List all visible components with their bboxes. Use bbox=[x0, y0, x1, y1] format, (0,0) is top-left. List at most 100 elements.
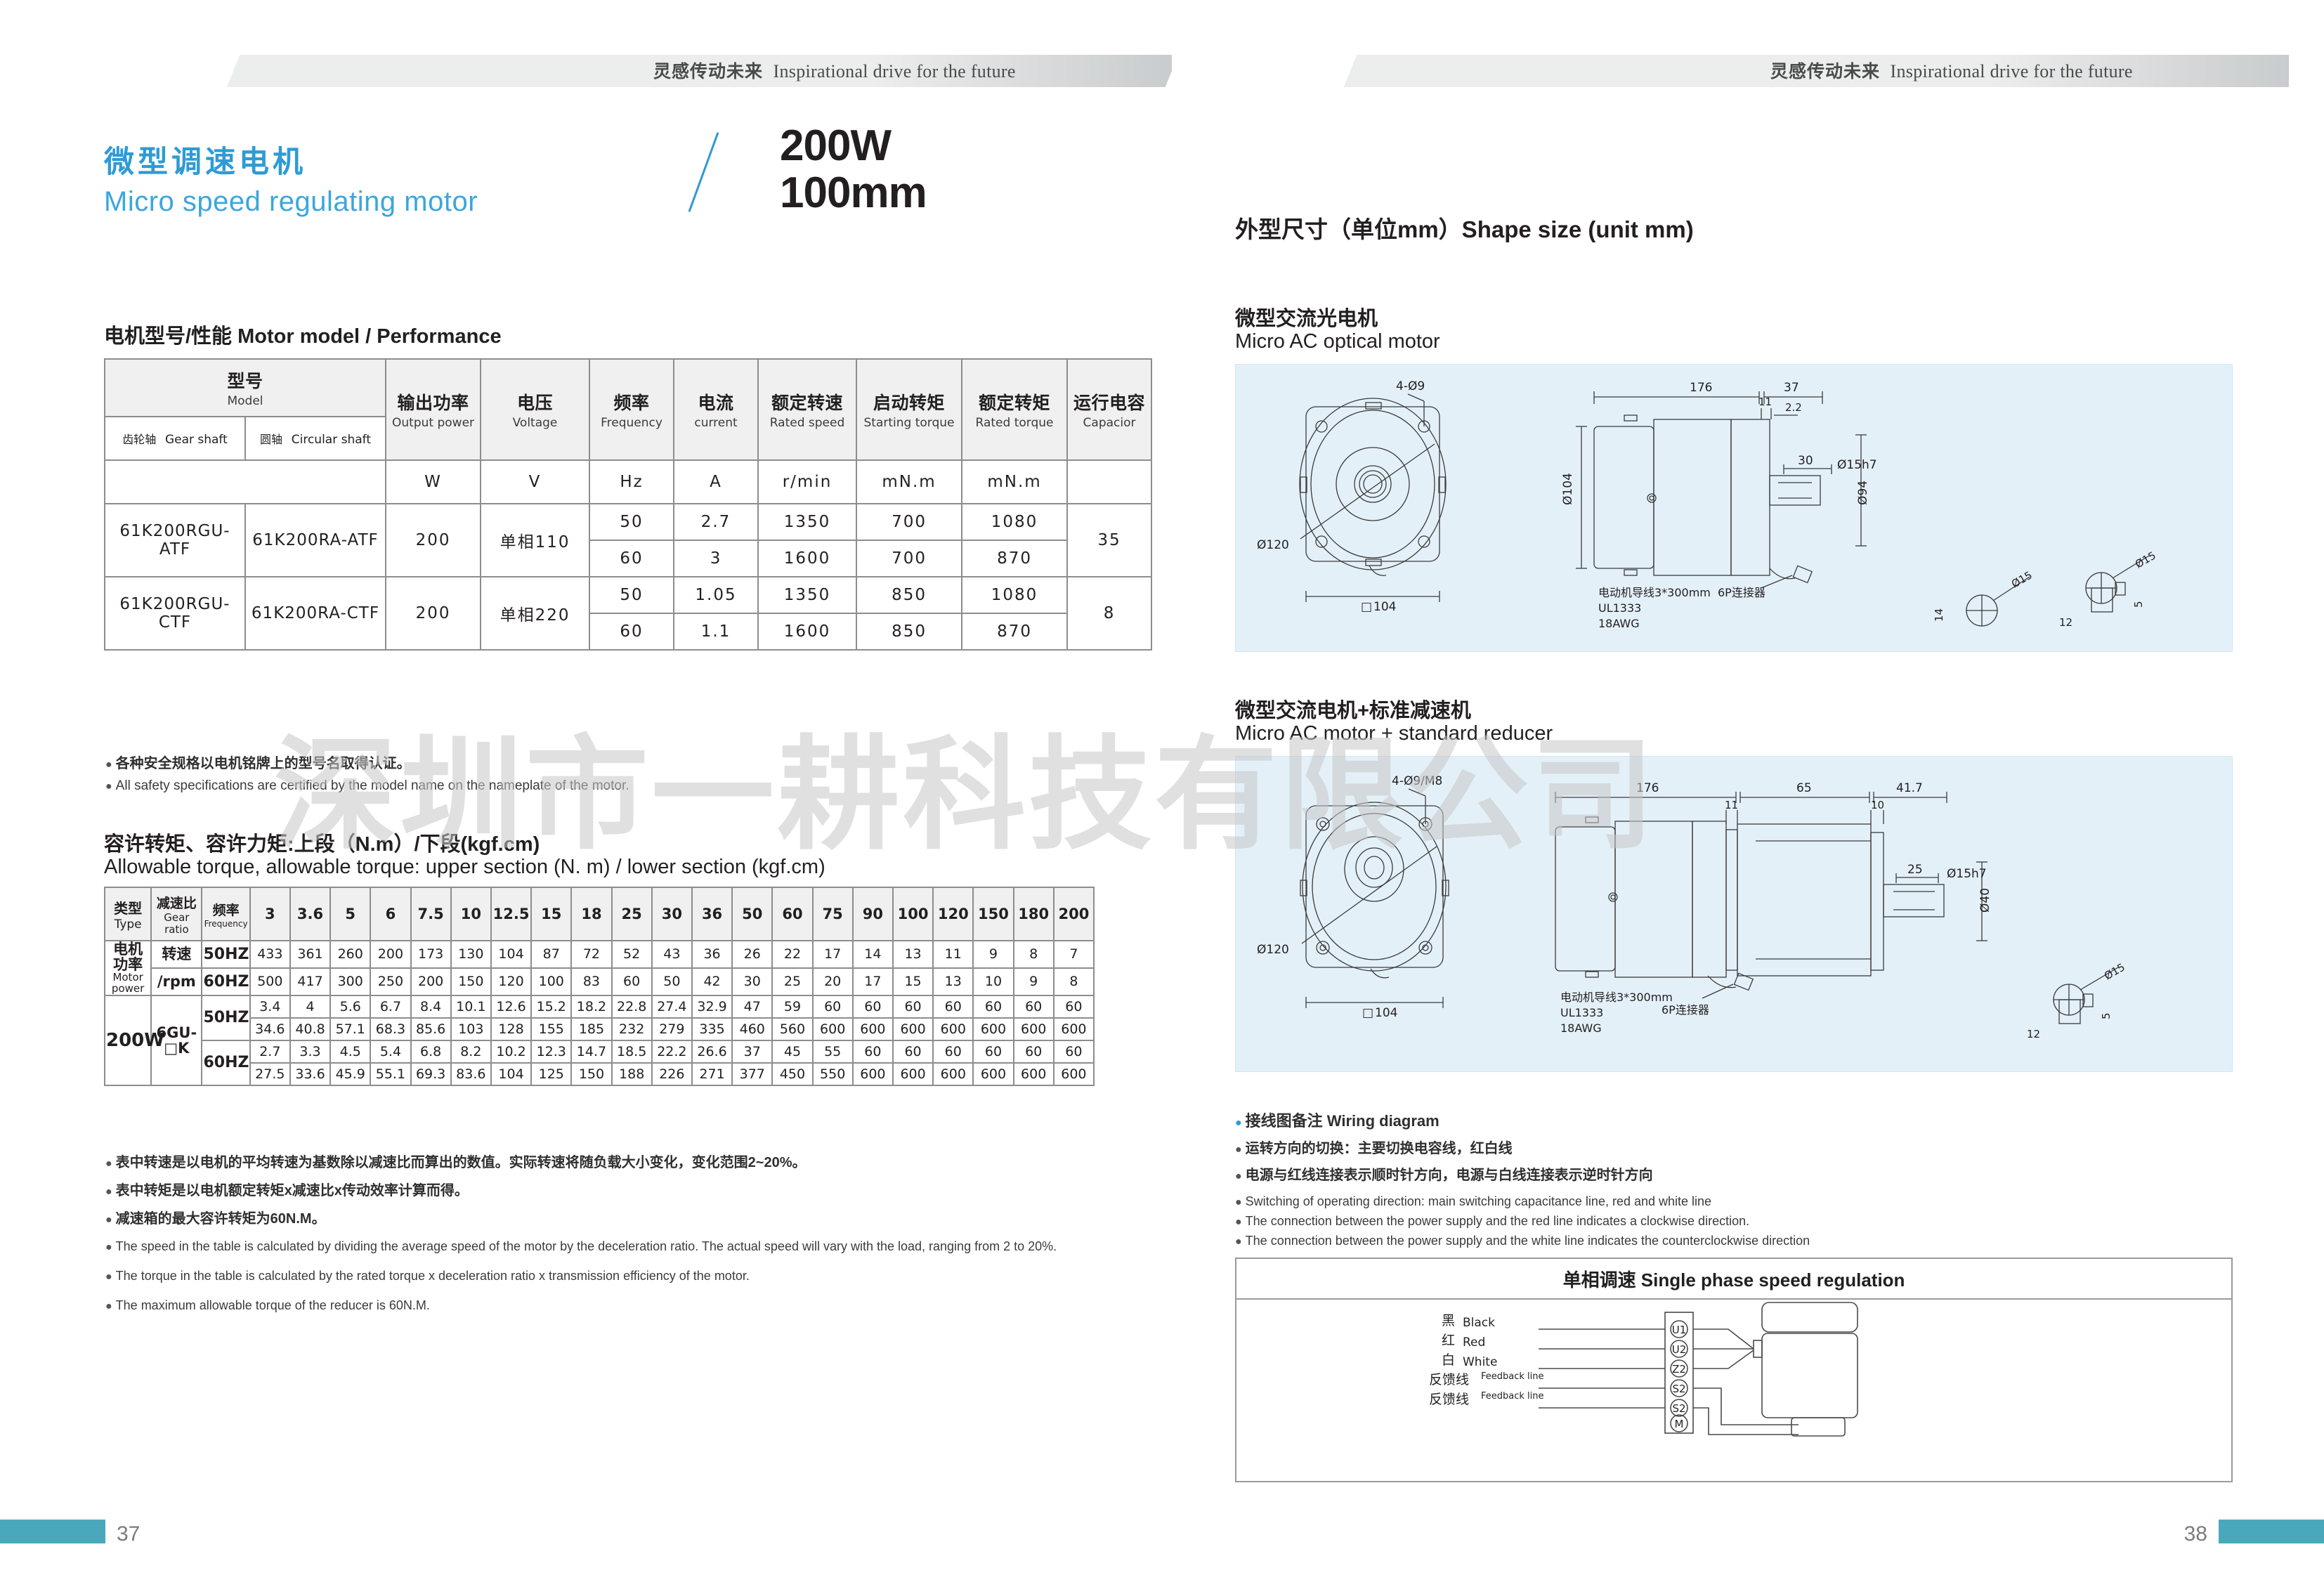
cell-frequency: 50 bbox=[589, 503, 675, 541]
dim-key-length: 25 bbox=[1907, 863, 1923, 877]
dim-square-value: 104 bbox=[1375, 1006, 1397, 1020]
cell-torque-upper: 26.6 bbox=[691, 1039, 733, 1064]
unit-speed: r/min bbox=[757, 459, 858, 504]
cell-torque-upper: 60 bbox=[851, 994, 894, 1019]
footer-page-left: 37 bbox=[117, 1522, 141, 1546]
cell-torque-upper: 8.2 bbox=[450, 1039, 492, 1064]
header-slogan-left: 灵感传动未来 Inspirational drive for the futur… bbox=[653, 58, 1016, 83]
dim-flange-t1: 11 bbox=[1725, 799, 1738, 811]
cell-torque-upper: 10.1 bbox=[450, 994, 492, 1019]
dim-flange-t2: 10 bbox=[1871, 799, 1884, 811]
cell-torque-upper: 60 bbox=[1052, 1039, 1095, 1064]
dim-reducer-length: 65 bbox=[1796, 781, 1812, 795]
terminal-label: U1 bbox=[1672, 1324, 1687, 1336]
key-c: 5 bbox=[2132, 601, 2145, 608]
spec-size: 100mm bbox=[780, 168, 927, 217]
cell-torque-upper: 32.9 bbox=[691, 994, 733, 1019]
cell-torque-lower: 600 bbox=[972, 1017, 1014, 1041]
cell-speed: 25 bbox=[771, 967, 814, 996]
slogan-en: Inspirational drive for the future bbox=[773, 61, 1016, 81]
key-a: 12 bbox=[2027, 1028, 2040, 1040]
th-ratio: 50 bbox=[731, 887, 773, 941]
section-heading-motor-model: 电机型号/性能 Motor model / Performance bbox=[104, 325, 502, 348]
cell-torque-upper: 60 bbox=[932, 1039, 974, 1064]
section-heading-torque-zh: 容许转矩、容许力矩:上段（N.m）/下段(kgf.cm) bbox=[104, 833, 540, 856]
cell-speed: 26 bbox=[731, 940, 773, 969]
th-model: 型号 Model bbox=[103, 358, 387, 417]
table-note-zh: ● 表中转矩是以电机额定转矩x减速比x传动效率计算而得。 bbox=[105, 1183, 469, 1199]
cell-speed: 11 bbox=[932, 940, 974, 969]
cell-torque-lower: 185 bbox=[570, 1017, 613, 1041]
cell-starting-torque: 850 bbox=[856, 613, 963, 651]
key-a: 14 bbox=[1933, 608, 1945, 622]
cell-torque-lower: 188 bbox=[611, 1062, 653, 1086]
cell-speed: 30 bbox=[731, 967, 773, 996]
header-slogan-right: 灵感传动未来 Inspirational drive for the futur… bbox=[1770, 58, 2133, 83]
wire-label-en: White bbox=[1463, 1355, 1497, 1369]
cell-torque-upper: 4 bbox=[289, 994, 332, 1019]
cell-current: 1.1 bbox=[673, 613, 759, 651]
cell-frequency: 60HZ bbox=[201, 967, 251, 996]
table-note-en: ● The speed in the table is calculated by… bbox=[105, 1239, 1057, 1253]
table-row-torque-50hz-lower: 34.6 40.8 57.1 68.3 85.6 103 128 155 185… bbox=[105, 1017, 1095, 1041]
cell-torque-upper: 12.3 bbox=[530, 1039, 573, 1064]
table-row-speed-50hz: 电机功率 Motor power 转速 50HZ 433 361 260 200… bbox=[103, 940, 1095, 996]
cell-speed: 120 bbox=[490, 967, 533, 996]
th-gear-ratio: 减速比 Gear ratio bbox=[150, 887, 203, 941]
wire-label-en: Black bbox=[1463, 1316, 1495, 1330]
th-ratio: 5 bbox=[329, 887, 372, 941]
cell-speed: 300 bbox=[329, 967, 372, 996]
table-note-en: ● The torque in the table is calculated b… bbox=[105, 1269, 750, 1283]
cell-torque-lower: 85.6 bbox=[410, 1017, 452, 1041]
cell-gear-shaft: 61K200RGU-CTF bbox=[104, 576, 246, 651]
th-current: 电流 current bbox=[673, 358, 759, 461]
cell-torque-lower: 55.1 bbox=[370, 1062, 412, 1086]
cell-speed-label-en: /rpm bbox=[150, 967, 203, 996]
terminal-label: Z2 bbox=[1672, 1363, 1686, 1376]
cell-circular-shaft: 61K200RA-ATF bbox=[244, 503, 387, 577]
cell-frequency: 60 bbox=[589, 613, 675, 651]
connector-label: 6P连接器 bbox=[1718, 586, 1765, 599]
cell-torque-lower: 460 bbox=[731, 1017, 773, 1041]
th-ratio: 3.6 bbox=[289, 887, 332, 941]
slogan-en: Inspirational drive for the future bbox=[1890, 61, 2133, 81]
th-ratio: 150 bbox=[972, 887, 1014, 941]
cell-speed: 104 bbox=[490, 940, 533, 969]
cell-torque-upper: 4.5 bbox=[329, 1039, 372, 1064]
cell-motor-power: 200W bbox=[103, 994, 164, 1086]
footer-page-right: 38 bbox=[2183, 1522, 2207, 1546]
cell-torque-lower: 600 bbox=[851, 1062, 894, 1086]
cell-torque-upper: 60 bbox=[972, 1039, 1014, 1064]
shape-diagram-motor-reducer: 4-Ø9/M8 Ø120 □ 104 176 65 41.7 11 10 25 … bbox=[1235, 756, 2233, 1072]
cell-speed: 42 bbox=[691, 967, 733, 996]
unit-start-torque: mN.m bbox=[856, 459, 963, 504]
allowable-torque-table: 类型 Type 减速比 Gear ratio 频率 Frequency 3 3.… bbox=[103, 887, 1095, 1086]
dim-length: 176 bbox=[1636, 781, 1659, 795]
th-rated-speed: 额定转速 Rated speed bbox=[757, 358, 858, 461]
motor-reducer-drawing-svg: 4-Ø9/M8 Ø120 □ 104 176 65 41.7 11 10 25 … bbox=[1257, 774, 2127, 1040]
cell-torque-upper: 3.4 bbox=[249, 994, 291, 1019]
wiring-note-en: ● The connection between the power supply… bbox=[1235, 1234, 1810, 1248]
cell-speed: 8 bbox=[1012, 940, 1055, 969]
dim-square: □ bbox=[1361, 600, 1372, 614]
page-title-en: Micro speed regulating motor bbox=[104, 186, 478, 217]
cell-torque-lower: 226 bbox=[651, 1062, 693, 1086]
th-ratio: 60 bbox=[771, 887, 814, 941]
cell-torque-lower: 600 bbox=[1012, 1062, 1055, 1086]
page-header: 灵感传动未来 Inspirational drive for the futur… bbox=[0, 0, 2324, 112]
cell-torque-upper: 37 bbox=[731, 1039, 773, 1064]
th-ratio: 10 bbox=[450, 887, 492, 941]
cell-speed: 83 bbox=[570, 967, 613, 996]
cell-torque-lower: 232 bbox=[611, 1017, 653, 1041]
th-ratio: 25 bbox=[611, 887, 653, 941]
cell-torque-lower: 600 bbox=[1052, 1062, 1095, 1086]
wire-note-3: 18AWG bbox=[1560, 1021, 1602, 1035]
cell-speed: 361 bbox=[289, 940, 332, 969]
cell-torque-upper: 5.6 bbox=[329, 994, 372, 1019]
cell-torque-lower: 155 bbox=[530, 1017, 573, 1041]
cell-speed: 9 bbox=[972, 940, 1014, 969]
cell-torque-lower: 45.9 bbox=[329, 1062, 372, 1086]
wiring-heading: ● 接线图备注 Wiring diagram bbox=[1235, 1112, 1440, 1130]
cell-speed: 7 bbox=[1052, 940, 1095, 969]
cell-frequency: 50 bbox=[589, 576, 675, 614]
